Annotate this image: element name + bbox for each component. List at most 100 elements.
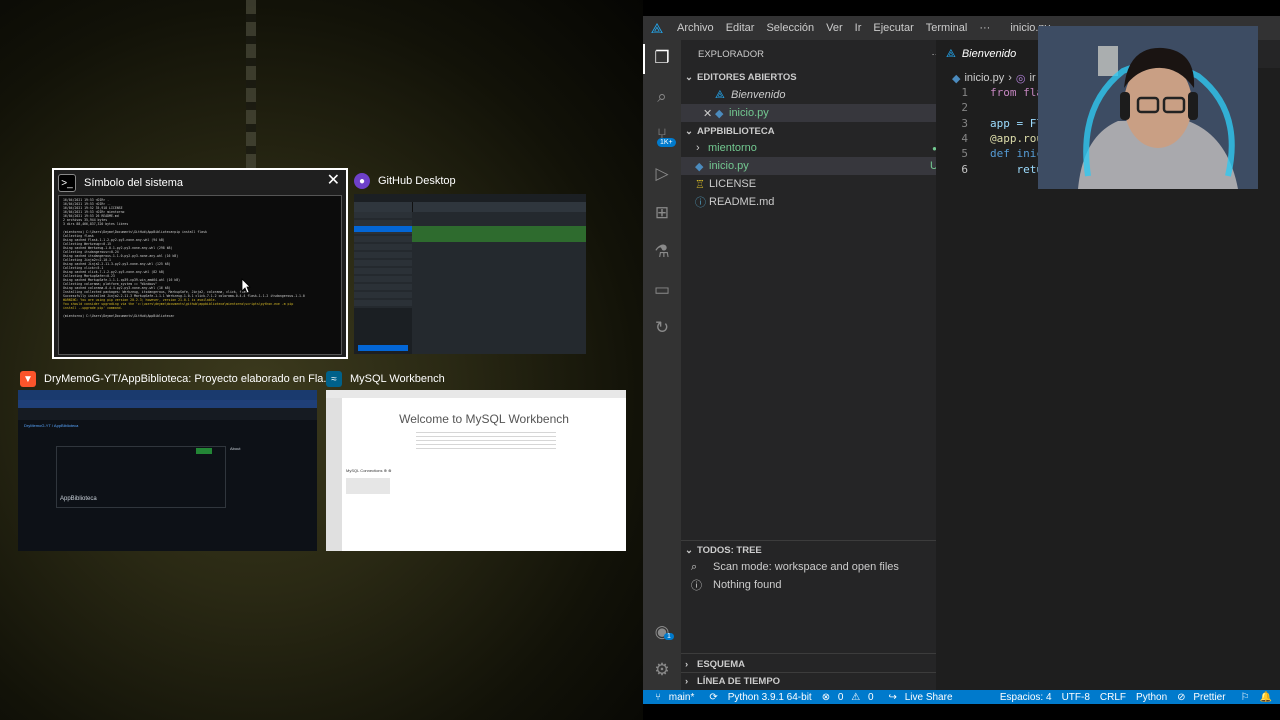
activity-bar: ❐ ⌕ ⑂ 1K+ ▷ ⊞ ⚗ ▭ ↻ ◉ 1 ⚙ — [643, 40, 681, 690]
terminal-line: (mientorno) C:\Users\Deyme\Documents\Git… — [63, 314, 175, 318]
line-number: 4 — [961, 131, 968, 145]
terminal-icon: >_ — [58, 174, 76, 192]
webcam-overlay — [1038, 26, 1258, 189]
status-problems[interactable]: ⊗ 0 ⚠ 0 — [817, 692, 884, 703]
python-file-icon: ◆ — [952, 72, 961, 85]
github-icon: ● — [354, 173, 370, 189]
window-title: Símbolo del sistema — [84, 177, 184, 189]
close-icon[interactable]: ✕ — [327, 172, 340, 190]
tree-item-file[interactable]: ⓘ README.md — [681, 193, 950, 211]
code-text: retu — [990, 162, 1043, 176]
feedback-icon[interactable]: ⚐ — [1236, 692, 1255, 703]
code-text: def inic — [990, 147, 1043, 161]
project-name: AppBiblioteca — [60, 496, 97, 502]
chevron-down-icon: ⌄ — [685, 71, 693, 83]
license-icon: ♖ — [695, 178, 705, 191]
search-icon: ⌕ — [691, 560, 698, 573]
todos-tree-section[interactable]: ⌄ TODOS: TREE — [681, 541, 940, 559]
timeline-section[interactable]: › LÍNEA DE TIEMPO — [681, 672, 940, 690]
todos-empty: ⓘ Nothing found — [691, 579, 782, 592]
extensions-icon[interactable]: ⊞ — [652, 203, 672, 223]
account-badge: 1 — [664, 633, 674, 640]
terminal-output: 16/04/2021 19:53 <DIR> . 16/04/2021 19:53… — [63, 198, 337, 318]
menu-archivo[interactable]: Archivo — [671, 22, 720, 34]
source-control-badge: 1K+ — [657, 138, 676, 147]
github-desktop-thumbnail — [354, 194, 586, 354]
settings-gear-icon[interactable]: ⚙ — [652, 660, 672, 680]
testing-flask-icon[interactable]: ⚗ — [652, 242, 672, 262]
tree-item-folder[interactable]: › mientorno ● — [681, 139, 951, 157]
tree-item-file[interactable]: ◆ inicio.py U — [681, 157, 950, 175]
run-debug-icon[interactable]: ▷ — [652, 164, 672, 184]
status-language[interactable]: Python — [1131, 692, 1172, 703]
menu-ejecutar[interactable]: Ejecutar — [867, 22, 919, 34]
code-text: @app.rou — [990, 131, 1043, 145]
tree-item-file[interactable]: ♖ LICENSE — [681, 175, 950, 193]
breadcrumb: ◆ inicio.py › ◎ ir — [952, 72, 1036, 85]
explorer-files-icon[interactable]: ❐ — [652, 48, 672, 68]
outline-section[interactable]: › ESQUEMA — [681, 655, 940, 673]
close-icon[interactable]: ✕ — [703, 107, 715, 120]
line-number: 5 — [961, 147, 968, 161]
status-branch[interactable]: ⑂ main* — [643, 692, 704, 703]
vscode-file-icon: ⟁ — [946, 47, 956, 60]
welcome-title: Welcome to MySQL Workbench — [399, 412, 569, 426]
desktop-background: >_ Símbolo del sistema ✕ 16/04/2021 19:5… — [0, 0, 643, 720]
mysql-thumbnail: Welcome to MySQL Workbench MySQL Connect… — [326, 390, 626, 551]
status-python[interactable]: Python 3.9.1 64-bit — [723, 692, 817, 703]
status-eol[interactable]: CRLF — [1095, 692, 1131, 703]
status-spaces[interactable]: Espacios: 4 — [995, 692, 1057, 703]
status-bar: ⑂ main* ⟳ Python 3.9.1 64-bit ⊗ 0 ⚠ 0 ↪ … — [643, 690, 1280, 704]
line-number: 1 — [961, 86, 968, 99]
brave-browser-icon: ▼ — [20, 371, 36, 387]
menu-ir[interactable]: Ir — [849, 22, 868, 34]
code-text: from fla — [990, 86, 1043, 99]
status-encoding[interactable]: UTF-8 — [1057, 692, 1095, 703]
remote-explorer-icon[interactable]: ▭ — [652, 280, 672, 300]
menu-ver[interactable]: Ver — [820, 22, 849, 34]
menu-terminal[interactable]: Terminal — [920, 22, 974, 34]
browser-thumbnail: DryMemoG-YT / AppBiblioteca About AppBib… — [18, 390, 317, 551]
menu-editar[interactable]: Editar — [720, 22, 761, 34]
todos-scan-mode: ⌕ Scan mode: workspace and open files — [691, 560, 899, 574]
vscode-logo-icon: ⟁ — [650, 19, 664, 36]
markdown-info-icon: ⓘ — [695, 197, 706, 209]
chevron-down-icon: ⌄ — [685, 544, 693, 556]
line-number: 2 — [961, 101, 968, 115]
open-editors-section[interactable]: ⌄ EDITORES ABIERTOS — [681, 68, 940, 86]
menu-seleccion[interactable]: Selección — [760, 22, 820, 34]
chevron-right-icon: › — [685, 675, 689, 687]
chevron-down-icon: ⌄ — [685, 125, 693, 137]
chevron-right-icon: › — [685, 658, 689, 670]
sync-icon[interactable]: ⟳ — [704, 692, 722, 703]
open-editor-item[interactable]: ✕ ◆ inicio.py U — [681, 104, 958, 122]
open-editor-item[interactable]: ⟁ Bienvenido — [681, 86, 970, 104]
window-title: MySQL Workbench — [350, 373, 445, 385]
project-section[interactable]: ⌄ APPBIBLIOTECA — [681, 122, 940, 140]
line-number: 6 — [961, 162, 968, 176]
explorer-sidebar: EXPLORADOR ··· ⌄ EDITORES ABIERTOS ⟁ Bie… — [681, 40, 958, 690]
task-switcher-window-github[interactable]: ● GitHub Desktop — [350, 168, 590, 358]
info-icon: ⓘ — [691, 580, 702, 592]
window-title: DryMemoG-YT/AppBiblioteca: Proyecto elab… — [44, 373, 333, 385]
streamer-webcam-image — [1038, 26, 1258, 189]
python-file-icon: ◆ — [715, 107, 724, 120]
mouse-cursor-icon — [241, 278, 251, 294]
status-live-share[interactable]: ↪ Live Share — [884, 692, 963, 703]
live-share-icon[interactable]: ↻ — [652, 318, 672, 338]
connections-heading: MySQL Connections ⊕ ⊗ — [346, 468, 392, 473]
about-heading: About — [230, 446, 241, 451]
search-icon[interactable]: ⌕ — [652, 87, 672, 107]
mysql-workbench-icon: ≈ — [326, 371, 342, 387]
tab-bienvenido[interactable]: ⟁ Bienvenido — [936, 40, 1046, 68]
status-prettier[interactable]: ⊘ Prettier — [1172, 692, 1235, 703]
notifications-bell-icon[interactable]: 🔔 — [1255, 692, 1280, 703]
task-switcher-window-terminal[interactable]: >_ Símbolo del sistema ✕ 16/04/2021 19:5… — [52, 168, 348, 359]
window-title: GitHub Desktop — [378, 175, 456, 187]
task-switcher-window-mysql[interactable]: ≈ MySQL Workbench Welcome to MySQL Workb… — [322, 366, 628, 556]
vscode-file-icon: ⟁ — [715, 88, 725, 101]
menu-more[interactable]: ··· — [973, 22, 996, 34]
task-switcher-window-browser[interactable]: ▼ DryMemoG-YT/AppBiblioteca: Proyecto el… — [16, 366, 333, 556]
code-text: app = Fl — [990, 116, 1043, 130]
explorer-title: EXPLORADOR — [698, 48, 764, 60]
